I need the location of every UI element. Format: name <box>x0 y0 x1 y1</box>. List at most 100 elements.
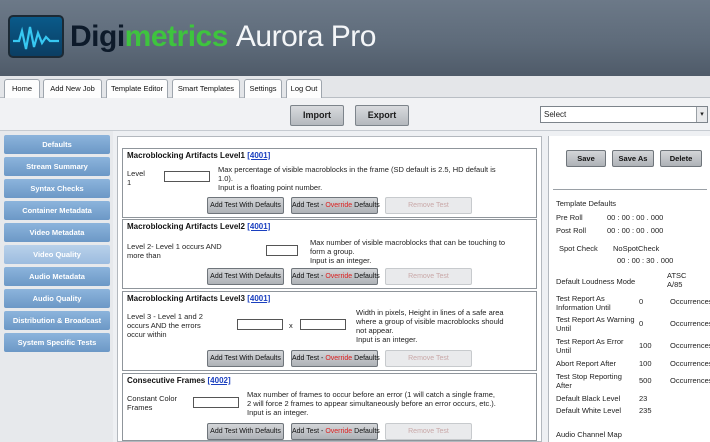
sidebar-item-distribution-broadcast[interactable]: Distribution & Broadcast <box>4 311 110 330</box>
panel-field-label: Level 1 <box>127 169 145 187</box>
black-level-value[interactable]: 23 <box>639 394 647 403</box>
report-warning-label: Test Report As Warning Until <box>556 315 635 333</box>
sidebar-item-system-specific-tests[interactable]: System Specific Tests <box>4 333 110 352</box>
delete-button[interactable]: Delete <box>660 150 702 167</box>
stop-reporting-label: Test Stop Reporting After <box>556 372 622 390</box>
panel-description: Max number of visible macroblocks that c… <box>310 238 506 265</box>
app-header: Digimetrics Aurora Pro <box>0 0 710 78</box>
remove-test-button[interactable]: Remove Test <box>385 350 472 367</box>
save-button[interactable]: Save <box>566 150 606 167</box>
brand-part-product: Aurora Pro <box>235 20 377 53</box>
occurrences-label: Occurrences <box>670 341 710 350</box>
report-error-label: Test Report As Error Until <box>556 337 624 355</box>
sidebar-item-syntax-checks[interactable]: Syntax Checks <box>4 179 110 198</box>
add-test-defaults-button[interactable]: Add Test With Defaults <box>207 350 284 367</box>
export-button[interactable]: Export <box>355 105 409 126</box>
spot-check-time[interactable]: 00 : 00 : 30 . 000 <box>617 256 673 265</box>
divider <box>553 189 707 190</box>
add-test-override-button[interactable]: Add Test - Override Defaults <box>291 423 380 440</box>
sidebar-item-stream-summary[interactable]: Stream Summary <box>4 157 110 176</box>
add-test-override-button[interactable]: Add Test - Override Defaults <box>291 350 380 367</box>
tab-smart-templates[interactable]: Smart Templates <box>172 79 240 98</box>
chevron-down-icon[interactable]: ▾ <box>696 107 707 122</box>
level1-percentage-input[interactable] <box>164 171 210 182</box>
add-test-override-button[interactable]: Add Test - Override Defaults <box>291 197 380 214</box>
sidebar-item-container-metadata[interactable]: Container Metadata <box>4 201 110 220</box>
sidebar-item-video-quality[interactable]: Video Quality <box>4 245 110 264</box>
brand-title: Digimetrics Aurora Pro <box>70 20 376 54</box>
add-test-defaults-button[interactable]: Add Test With Defaults <box>207 268 284 285</box>
post-roll-value[interactable]: 00 : 00 : 00 . 000 <box>607 226 663 235</box>
sidebar: Defaults Stream Summary Syntax Checks Co… <box>0 131 113 442</box>
sidebar-item-defaults[interactable]: Defaults <box>4 135 110 154</box>
panel-title: Macroblocking Artifacts Level1 [4001] <box>127 151 271 160</box>
panel-field-label: Constant Color Frames <box>127 394 178 412</box>
post-roll-label: Post Roll <box>556 226 587 235</box>
panel-description: Width in pixels, Height in lines of a sa… <box>356 308 504 344</box>
tab-log-out[interactable]: Log Out <box>286 79 322 98</box>
occurrences-label: Occurrences <box>670 319 710 328</box>
template-select[interactable]: Select ▾ <box>540 106 708 123</box>
times-label: x <box>289 321 293 330</box>
occurrences-label: Occurrences <box>670 297 710 306</box>
remove-test-button[interactable]: Remove Test <box>385 197 472 214</box>
panel-title: Macroblocking Artifacts Level3 [4001] <box>127 294 271 303</box>
tab-settings[interactable]: Settings <box>244 79 282 98</box>
test-id-link[interactable]: [4001] <box>247 151 270 160</box>
sidebar-item-video-metadata[interactable]: Video Metadata <box>4 223 110 242</box>
report-error-value[interactable]: 100 <box>639 341 652 350</box>
panel-macroblocking-level1: Macroblocking Artifacts Level1 [4001] Le… <box>122 148 537 218</box>
report-warning-value[interactable]: 0 <box>639 319 643 328</box>
report-info-value[interactable]: 0 <box>639 297 643 306</box>
stop-reporting-value[interactable]: 500 <box>639 376 652 385</box>
brand-part-metrics: metrics <box>124 20 229 53</box>
panel-field-label: Level 2- Level 1 occurs AND more than <box>127 242 222 260</box>
sidebar-item-audio-metadata[interactable]: Audio Metadata <box>4 267 110 286</box>
audio-channel-map-label[interactable]: Audio Channel Map <box>556 430 622 439</box>
level2-group-input[interactable] <box>266 245 298 256</box>
pre-roll-label: Pre Roll <box>556 213 583 222</box>
template-select-value: Select <box>544 110 567 119</box>
remove-test-button[interactable]: Remove Test <box>385 423 472 440</box>
panel-title: Consecutive Frames [4002] <box>127 376 231 385</box>
spot-check-value[interactable]: NoSpotCheck <box>613 244 659 253</box>
panel-description: Max percentage of visible macroblocks in… <box>218 165 496 192</box>
template-defaults-heading: Template Defaults <box>556 199 617 208</box>
test-id-link[interactable]: [4002] <box>208 376 231 385</box>
panel-macroblocking-level2: Macroblocking Artifacts Level2 [4001] Le… <box>122 219 537 289</box>
tab-add-new-job[interactable]: Add New Job <box>43 79 102 98</box>
tab-template-editor[interactable]: Template Editor <box>106 79 168 98</box>
level3-height-input[interactable] <box>300 319 346 330</box>
sidebar-item-audio-quality[interactable]: Audio Quality <box>4 289 110 308</box>
spot-check-label: Spot Check <box>559 244 598 253</box>
panel-macroblocking-level3: Macroblocking Artifacts Level3 [4001] Le… <box>122 291 537 371</box>
nav-bar: Home Add New Job Template Editor Smart T… <box>0 76 710 98</box>
black-level-label: Default Black Level <box>556 394 621 403</box>
panel-field-label: Level 3 - Level 1 and 2 occurs AND the er… <box>127 312 203 339</box>
save-as-button[interactable]: Save As <box>612 150 654 167</box>
test-id-link[interactable]: [4001] <box>247 222 270 231</box>
abort-report-label: Abort Report After <box>556 359 617 368</box>
waveform-logo-icon <box>8 15 64 58</box>
tab-home[interactable]: Home <box>4 79 40 98</box>
loudness-mode-value[interactable]: ATSC A/85 <box>667 271 686 289</box>
report-info-label: Test Report As Information Until <box>556 294 611 312</box>
add-test-override-button[interactable]: Add Test - Override Defaults <box>291 268 380 285</box>
import-button[interactable]: Import <box>290 105 344 126</box>
white-level-label: Default White Level <box>556 406 622 415</box>
test-id-link[interactable]: [4001] <box>247 294 270 303</box>
brand-part-digi: Digi <box>70 20 125 53</box>
panel-title: Macroblocking Artifacts Level2 [4001] <box>127 222 271 231</box>
panel-consecutive-frames: Consecutive Frames [4002] Constant Color… <box>122 373 537 441</box>
white-level-value[interactable]: 235 <box>639 406 652 415</box>
pre-roll-value[interactable]: 00 : 00 : 00 . 000 <box>607 213 663 222</box>
level3-width-input[interactable] <box>237 319 283 330</box>
remove-test-button[interactable]: Remove Test <box>385 268 472 285</box>
loudness-mode-label: Default Loudness Mode <box>556 277 636 286</box>
consecutive-frames-input[interactable] <box>193 397 239 408</box>
panel-description: Max number of frames to occur before an … <box>247 390 496 417</box>
occurrences-label: Occurrences <box>670 376 710 385</box>
add-test-defaults-button[interactable]: Add Test With Defaults <box>207 423 284 440</box>
add-test-defaults-button[interactable]: Add Test With Defaults <box>207 197 284 214</box>
abort-report-value[interactable]: 100 <box>639 359 652 368</box>
